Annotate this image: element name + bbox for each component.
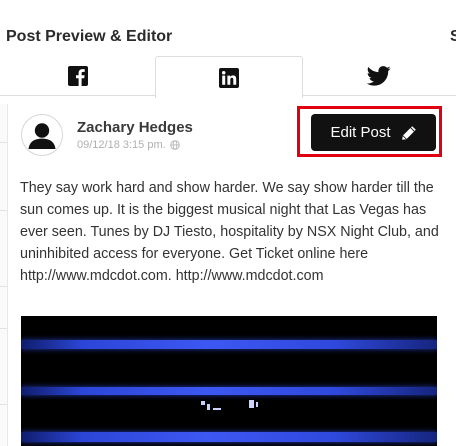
post-body-text: They say work hard and show harder. We s… xyxy=(20,180,439,284)
user-avatar-icon xyxy=(28,123,56,149)
globe-icon xyxy=(169,140,180,150)
stage-light-stripe xyxy=(21,432,437,442)
tab-linkedin[interactable] xyxy=(155,56,303,98)
stage-light-stripe xyxy=(21,340,437,349)
linkedin-icon xyxy=(219,67,239,88)
page-title: Post Preview & Editor xyxy=(6,28,173,45)
social-tabs xyxy=(0,56,456,98)
post-meta: 09/12/18 3:15 pm. xyxy=(77,139,180,151)
stage-light-stripe xyxy=(21,387,437,395)
author-name: Zachary Hedges xyxy=(77,119,193,136)
edit-post-label: Edit Post xyxy=(330,124,391,141)
pencil-icon xyxy=(401,125,416,140)
twitter-icon xyxy=(367,65,391,86)
post-image xyxy=(21,316,437,446)
tab-facebook[interactable] xyxy=(0,56,156,96)
facebook-icon xyxy=(68,65,88,86)
edit-post-button[interactable]: Edit Post xyxy=(311,114,436,151)
left-panel-edge xyxy=(0,104,8,446)
next-section-title-fragment: S xyxy=(450,28,456,45)
tab-twitter[interactable] xyxy=(302,56,456,96)
post-timestamp: 09/12/18 3:15 pm. xyxy=(77,139,166,151)
author-avatar xyxy=(21,114,63,156)
linkedin-post-preview: Zachary Hedges 09/12/18 3:15 pm. Edit Po… xyxy=(8,104,456,446)
